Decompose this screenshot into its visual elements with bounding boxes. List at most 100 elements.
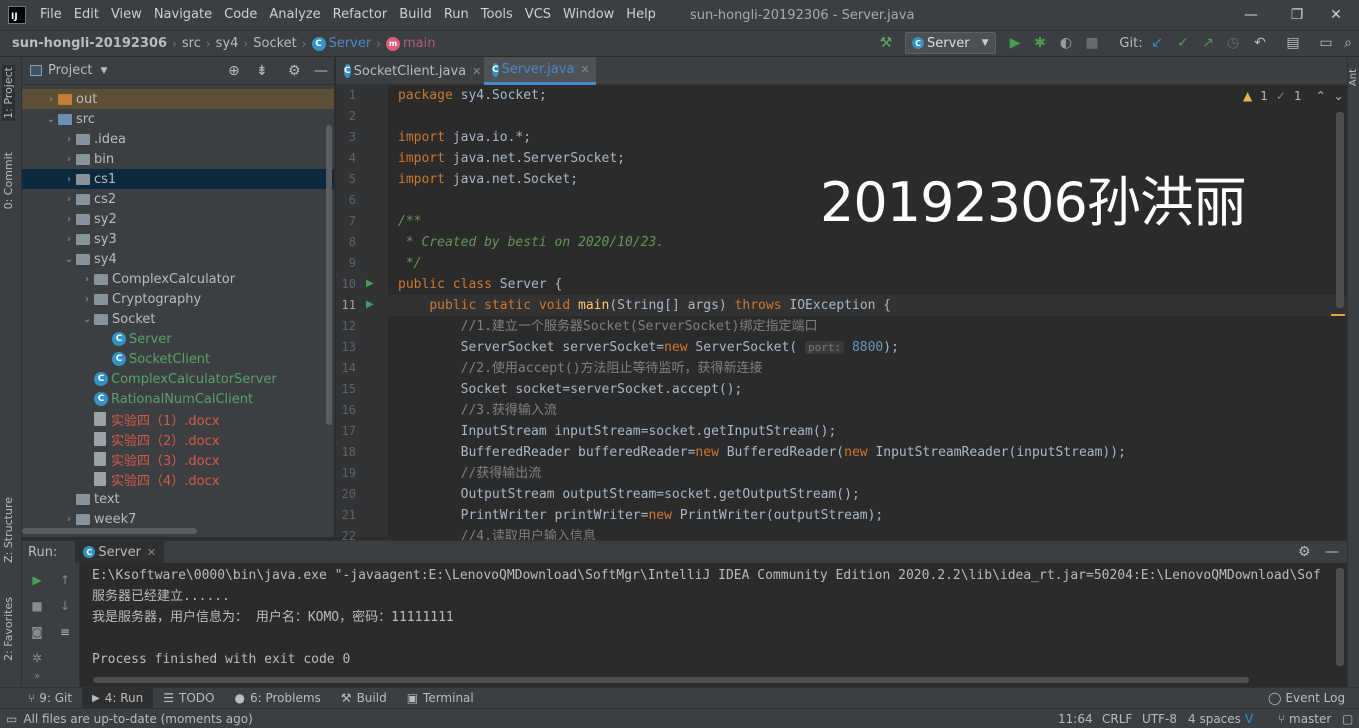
chevron-down-icon[interactable]: ⌄: [62, 254, 76, 265]
close-icon[interactable]: ✕: [147, 546, 156, 559]
project-scrollbar[interactable]: [326, 125, 332, 425]
gutter-run-icon[interactable]: ▶: [366, 278, 374, 289]
tree-item[interactable]: › ComplexCalculator: [22, 269, 334, 289]
rollback-icon[interactable]: ↶: [1250, 33, 1270, 53]
run-icon[interactable]: ▶: [1005, 33, 1025, 53]
code-line[interactable]: //3.获得输入流: [398, 400, 557, 421]
settings-icon[interactable]: ✲: [28, 649, 46, 667]
chevron-right-icon[interactable]: ›: [62, 174, 76, 185]
chevron-right-icon[interactable]: ›: [62, 214, 76, 225]
rerun-icon[interactable]: ▶: [28, 571, 46, 589]
stop-icon[interactable]: ■: [28, 597, 46, 615]
code-line[interactable]: ServerSocket serverSocket=new ServerSock…: [398, 337, 899, 358]
tool-tab-problems[interactable]: ● 6: Problems: [225, 688, 331, 709]
tree-item[interactable]: › sy3: [22, 229, 334, 249]
tree-item[interactable]: 实验四（3）.docx: [22, 449, 334, 469]
hide-icon[interactable]: —: [314, 63, 328, 79]
scroll-up-icon[interactable]: ↑: [56, 571, 74, 589]
stop-icon[interactable]: ■: [1082, 33, 1102, 53]
chevron-right-icon[interactable]: ›: [62, 134, 76, 145]
tree-item[interactable]: 实验四（2）.docx: [22, 429, 334, 449]
breadcrumb-src[interactable]: src: [179, 36, 204, 51]
close-icon[interactable]: ✕: [472, 65, 481, 78]
code-line[interactable]: //2.使用accept()方法阻止等待监听，获得新连接: [398, 358, 763, 379]
line-separator[interactable]: CRLF: [1102, 712, 1132, 726]
git-history-icon[interactable]: ◷: [1223, 33, 1243, 53]
code-line[interactable]: PrintWriter printWriter=new PrintWriter(…: [398, 505, 884, 526]
chevron-up-icon[interactable]: ⌃: [1316, 89, 1326, 103]
presentation-icon[interactable]: ▭: [1316, 33, 1336, 53]
console-vscrollbar[interactable]: [1336, 568, 1344, 666]
tree-item[interactable]: › bin: [22, 149, 334, 169]
code-line[interactable]: //1.建立一个服务器Socket(ServerSocket)绑定指定端口: [398, 316, 818, 337]
code-line[interactable]: * Created by besti on 2020/10/23.: [398, 232, 664, 253]
inspection-widget[interactable]: ▲ 1 ✓ 1 ⌃ ⌄: [1243, 89, 1344, 103]
more-icon[interactable]: »: [28, 667, 46, 685]
menu-edit[interactable]: Edit: [68, 0, 105, 30]
search-icon[interactable]: ⌕: [1338, 33, 1358, 53]
tree-item[interactable]: › out: [22, 89, 334, 109]
tree-item[interactable]: ⌄ src: [22, 109, 334, 129]
tool-tab-ant[interactable]: Ant: [1348, 69, 1359, 86]
menu-view[interactable]: View: [105, 0, 148, 30]
chevron-right-icon[interactable]: ›: [80, 294, 94, 305]
gear-icon[interactable]: ⚙: [1298, 544, 1311, 560]
project-structure-icon[interactable]: ▤: [1283, 33, 1303, 53]
menu-run[interactable]: Run: [438, 0, 475, 30]
code-line[interactable]: BufferedReader bufferedReader=new Buffer…: [398, 442, 1126, 463]
breadcrumb-main[interactable]: m main: [383, 36, 438, 51]
editor-scrollbar[interactable]: [1336, 112, 1344, 308]
tab-server[interactable]: C Server.java ✕: [484, 57, 596, 85]
code-line[interactable]: import java.io.*;: [398, 127, 531, 148]
tree-item[interactable]: › week7: [22, 509, 334, 529]
tree-item[interactable]: › cs1: [22, 169, 334, 189]
project-hscrollbar[interactable]: [22, 528, 197, 534]
tool-tab-structure[interactable]: Z: Structure: [2, 497, 15, 563]
tool-tab-project[interactable]: 1: Project: [2, 65, 15, 121]
tree-item[interactable]: ⌄ Socket: [22, 309, 334, 329]
indent-setting[interactable]: 4 spaces: [1188, 712, 1241, 726]
collapse-all-icon[interactable]: ⇟: [256, 63, 268, 79]
run-configuration-select[interactable]: C Server ▼: [905, 32, 996, 54]
lock-icon[interactable]: ▢: [1342, 712, 1353, 726]
camera-icon[interactable]: ◙: [28, 623, 46, 641]
tool-tab-favorites[interactable]: 2: Favorites: [2, 597, 15, 661]
tab-socketclient[interactable]: C SocketClient.java ✕: [336, 57, 483, 85]
git-update-icon[interactable]: ↙: [1147, 33, 1167, 53]
chevron-down-icon[interactable]: ▼: [100, 66, 107, 76]
breadcrumb-project[interactable]: sun-hongli-20192306: [0, 36, 170, 51]
code-line[interactable]: /**: [398, 211, 421, 232]
caret-position[interactable]: 11:64: [1058, 712, 1093, 726]
menu-navigate[interactable]: Navigate: [148, 0, 218, 30]
gear-icon[interactable]: ⚙: [288, 63, 301, 79]
menu-refactor[interactable]: Refactor: [327, 0, 394, 30]
chevron-right-icon[interactable]: ›: [62, 194, 76, 205]
tree-item[interactable]: › .idea: [22, 129, 334, 149]
breadcrumb-server[interactable]: C Server: [309, 36, 375, 51]
warning-stripe-marker[interactable]: [1331, 314, 1345, 316]
tree-item[interactable]: › cs2: [22, 189, 334, 209]
menu-file[interactable]: File: [34, 0, 68, 30]
tool-tab-terminal[interactable]: ▣ Terminal: [397, 688, 484, 709]
tree-item[interactable]: text: [22, 489, 334, 509]
chevron-right-icon[interactable]: ›: [80, 274, 94, 285]
code-line[interactable]: import java.net.ServerSocket;: [398, 148, 625, 169]
menu-code[interactable]: Code: [218, 0, 263, 30]
git-commit-icon[interactable]: ✓: [1173, 33, 1193, 53]
code-line[interactable]: public class Server {: [398, 274, 562, 295]
breadcrumb-socket[interactable]: Socket: [250, 36, 300, 51]
status-toggle-icon[interactable]: ▭: [0, 712, 17, 726]
code-line[interactable]: OutputStream outputStream=socket.getOutp…: [398, 484, 860, 505]
console-hscrollbar[interactable]: [93, 677, 1249, 683]
menu-build[interactable]: Build: [393, 0, 438, 30]
tool-tab-commit[interactable]: 0: Commit: [2, 152, 15, 209]
tool-tab-run[interactable]: ▶ 4: Run: [82, 687, 154, 709]
scroll-down-icon[interactable]: ↓: [56, 597, 74, 615]
breadcrumb-sy4[interactable]: sy4: [213, 36, 242, 51]
build-hammer-icon[interactable]: ⚒: [876, 33, 896, 53]
git-branch-widget[interactable]: ⑂ master: [1278, 712, 1331, 726]
gutter-run-icon[interactable]: ▶: [366, 299, 374, 310]
close-icon[interactable]: ✕: [580, 63, 589, 76]
minimize-icon[interactable]: —: [1228, 0, 1274, 30]
code-line[interactable]: InputStream inputStream=socket.getInputS…: [398, 421, 837, 442]
